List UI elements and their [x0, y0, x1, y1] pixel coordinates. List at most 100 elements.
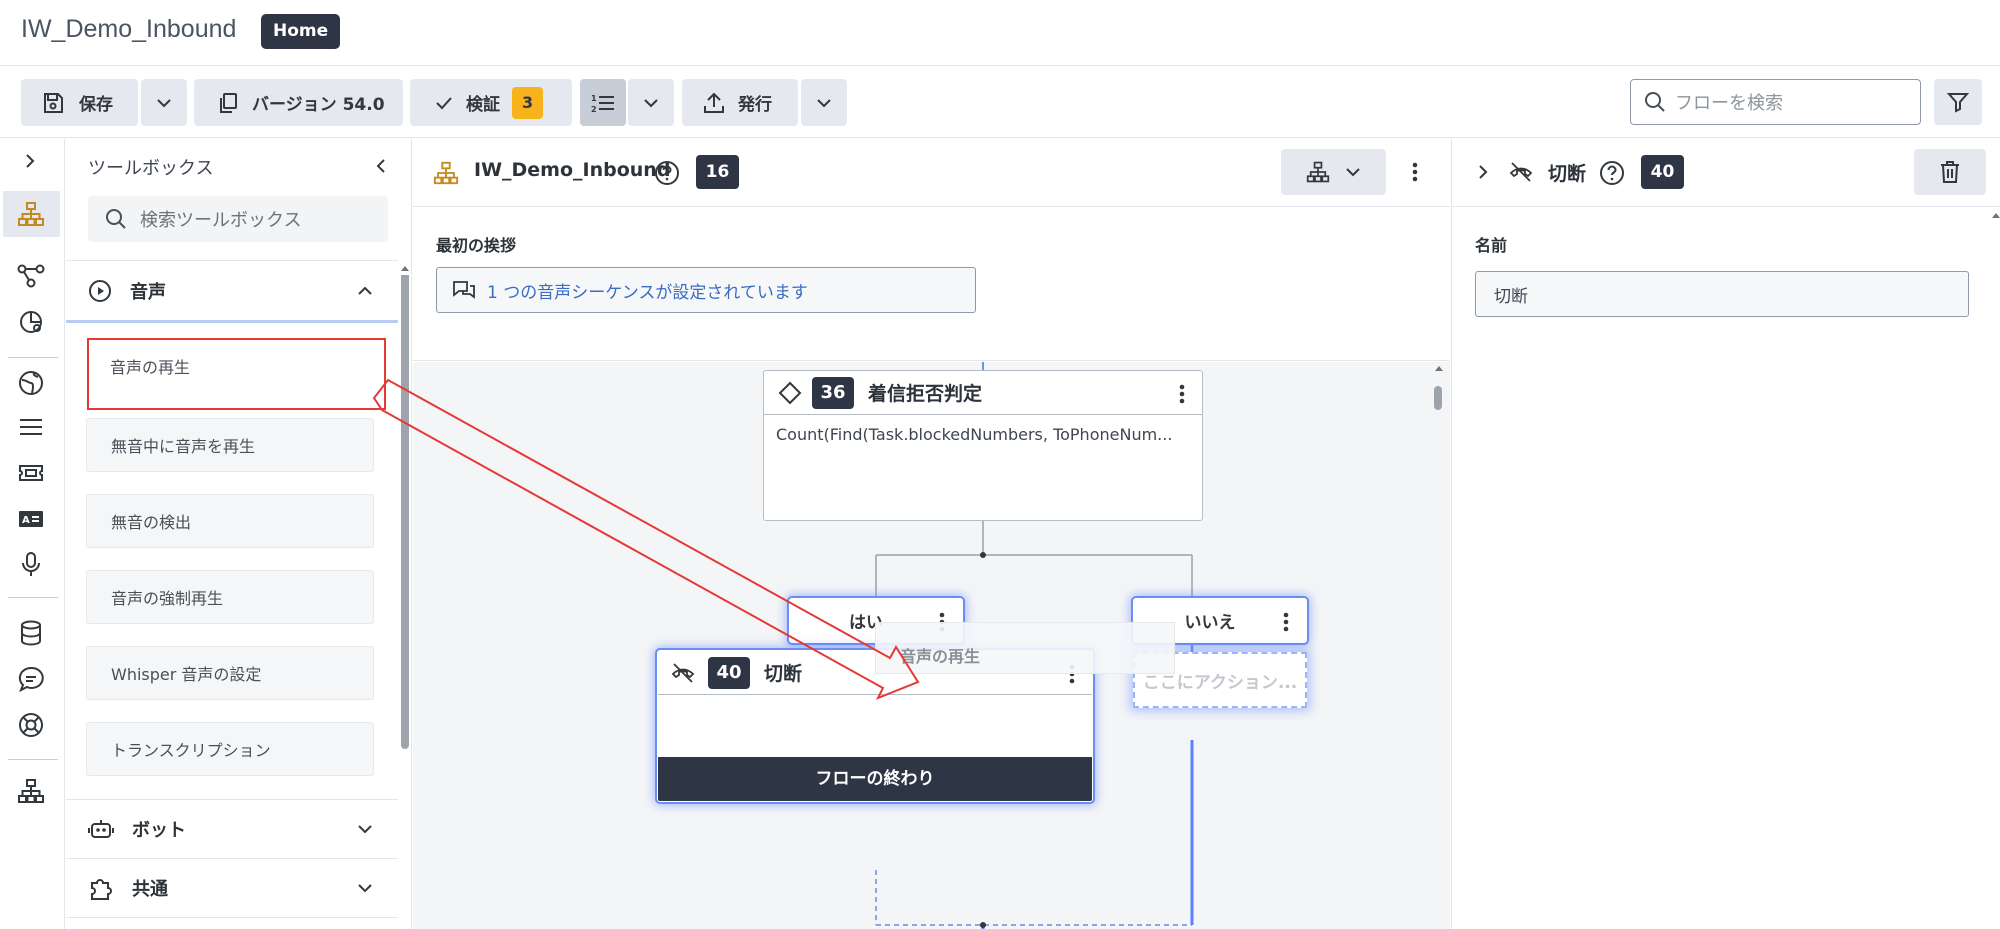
publish-dropdown-button[interactable]: [801, 79, 847, 126]
more-vertical-icon[interactable]: [1178, 383, 1186, 405]
numbered-list-icon: 12: [590, 91, 616, 115]
menu-icon[interactable]: [17, 415, 45, 439]
save-dropdown-button[interactable]: [141, 79, 187, 126]
filter-icon: [1946, 90, 1970, 114]
chevron-down-icon: [815, 94, 833, 112]
decision-expression: Count(Find(Task.blockedNumbers, ToPhoneN…: [776, 425, 1173, 444]
more-vertical-icon[interactable]: [1411, 160, 1419, 184]
tool-item-transcription[interactable]: トランスクリプション: [86, 722, 374, 776]
layout-dropdown-button[interactable]: [1281, 149, 1386, 195]
greeting-sequence-field[interactable]: 1 つの音声シーケンスが設定されています: [436, 267, 976, 313]
section-common-header[interactable]: 共通: [66, 860, 396, 916]
filter-button[interactable]: [1934, 79, 1982, 125]
version-button[interactable]: バージョン 54.0: [194, 79, 403, 126]
section-bot-label: ボット: [132, 820, 186, 841]
highlight-box: [87, 338, 386, 410]
version-label: バージョン 54.0: [252, 95, 385, 115]
canvas-header: IW_Demo_Inbound 16: [413, 139, 1450, 207]
validate-button[interactable]: 検証 3: [410, 79, 572, 126]
expand-icon[interactable]: [1474, 163, 1492, 181]
database-icon[interactable]: [17, 619, 45, 647]
connections-icon[interactable]: [17, 263, 45, 289]
flow-tree-icon: [17, 200, 45, 228]
globe-icon[interactable]: [17, 369, 45, 397]
top-header: IW_Demo_Inbound Home: [0, 0, 2000, 66]
flow-search-placeholder: フローを検索: [1675, 93, 1783, 114]
rail-divider: [8, 759, 58, 760]
phone-off-icon: [670, 662, 696, 684]
toolbox-title: ツールボックス: [88, 158, 214, 179]
delete-button[interactable]: [1914, 149, 1986, 195]
text-field-icon[interactable]: A: [17, 507, 45, 531]
properties-header: 切断 40: [1452, 139, 2000, 207]
flow-canvas[interactable]: 36 着信拒否判定 Count(Find(Task.blockedNumbers…: [413, 362, 1450, 929]
tool-item-force-play-audio[interactable]: 音声の強制再生: [86, 570, 374, 624]
properties-panel: 切断 40 名前 切断: [1451, 139, 2000, 929]
save-icon: [41, 91, 65, 115]
help-icon[interactable]: [654, 160, 680, 186]
scroll-up-icon[interactable]: [1434, 364, 1444, 372]
tool-item-whisper-audio[interactable]: Whisper 音声の設定: [86, 646, 374, 700]
list-view-button[interactable]: 12: [580, 79, 626, 126]
list-view-dropdown-button[interactable]: [628, 79, 674, 126]
name-input[interactable]: 切断: [1475, 271, 1969, 317]
lifebuoy-icon[interactable]: [17, 711, 45, 739]
publish-button[interactable]: 発行: [682, 79, 798, 126]
drag-ghost-label: 音声の再生: [900, 647, 981, 666]
flow-name: IW_Demo_Inbound: [474, 159, 671, 181]
copy-icon: [216, 91, 240, 115]
upload-icon: [702, 91, 726, 115]
disconnect-footer: フローの終わり: [658, 757, 1092, 801]
svg-text:A: A: [22, 515, 30, 526]
flow-tree-icon: [1306, 160, 1330, 184]
pie-chart-icon[interactable]: [17, 307, 45, 335]
flow-tree-icon[interactable]: [17, 777, 45, 805]
save-button[interactable]: 保存: [21, 79, 138, 126]
tool-item-play-audio-on-hold[interactable]: 無音中に音声を再生: [86, 418, 374, 472]
chevron-down-icon: [155, 94, 173, 112]
svg-text:2: 2: [591, 105, 597, 114]
canvas-scrollbar[interactable]: [1434, 386, 1442, 410]
properties-count-badge: 40: [1641, 155, 1684, 189]
robot-icon: [88, 817, 114, 841]
branch-no-label: いいえ: [1184, 613, 1236, 633]
decision-id-badge: 36: [812, 376, 854, 409]
chat-icon[interactable]: [17, 665, 45, 693]
decision-node-header: 36 着信拒否判定: [764, 371, 1202, 415]
help-icon[interactable]: [1599, 160, 1625, 186]
microphone-icon[interactable]: [17, 550, 45, 578]
section-bot-header[interactable]: ボット: [66, 801, 396, 857]
scroll-up-icon[interactable]: [1991, 211, 2000, 219]
home-badge[interactable]: Home: [261, 14, 341, 49]
greeting-value: 1 つの音声シーケンスが設定されています: [487, 282, 808, 303]
chevron-down-icon: [356, 820, 374, 838]
publish-label: 発行: [738, 95, 772, 115]
chat-bubbles-icon: [451, 278, 477, 302]
rail-divider: [8, 357, 58, 358]
properties-title: 切断: [1548, 163, 1587, 185]
tool-item-detect-silence[interactable]: 無音の検出: [86, 494, 374, 548]
divider: [66, 799, 398, 800]
decision-node[interactable]: 36 着信拒否判定 Count(Find(Task.blockedNumbers…: [763, 370, 1203, 521]
ticket-icon[interactable]: [17, 461, 45, 485]
diamond-icon: [778, 381, 802, 405]
section-audio-header[interactable]: 音声: [66, 263, 396, 318]
chevron-down-icon: [1344, 163, 1362, 181]
rail-divider: [8, 597, 58, 598]
chevron-down-icon: [356, 879, 374, 897]
flow-search-input[interactable]: フローを検索: [1630, 79, 1921, 125]
validate-label: 検証: [466, 95, 500, 115]
phone-off-icon: [1508, 161, 1534, 183]
toolbox-scrollbar[interactable]: [401, 265, 409, 749]
collapse-toolbox-icon[interactable]: [372, 157, 390, 175]
svg-text:1: 1: [591, 94, 597, 103]
toolbox-search-placeholder: 検索ツールボックス: [140, 210, 302, 231]
scroll-up-icon[interactable]: [400, 264, 410, 272]
toolbox-panel: ツールボックス 検索ツールボックス 音声 音声の再生 無音中に音声を再生 無音の…: [66, 139, 412, 929]
play-circle-icon: [88, 279, 112, 303]
expand-icon[interactable]: [20, 151, 40, 171]
divider: [66, 917, 398, 918]
toolbox-search-input[interactable]: 検索ツールボックス: [88, 196, 388, 242]
more-vertical-icon[interactable]: [1282, 611, 1290, 633]
divider: [66, 260, 398, 261]
